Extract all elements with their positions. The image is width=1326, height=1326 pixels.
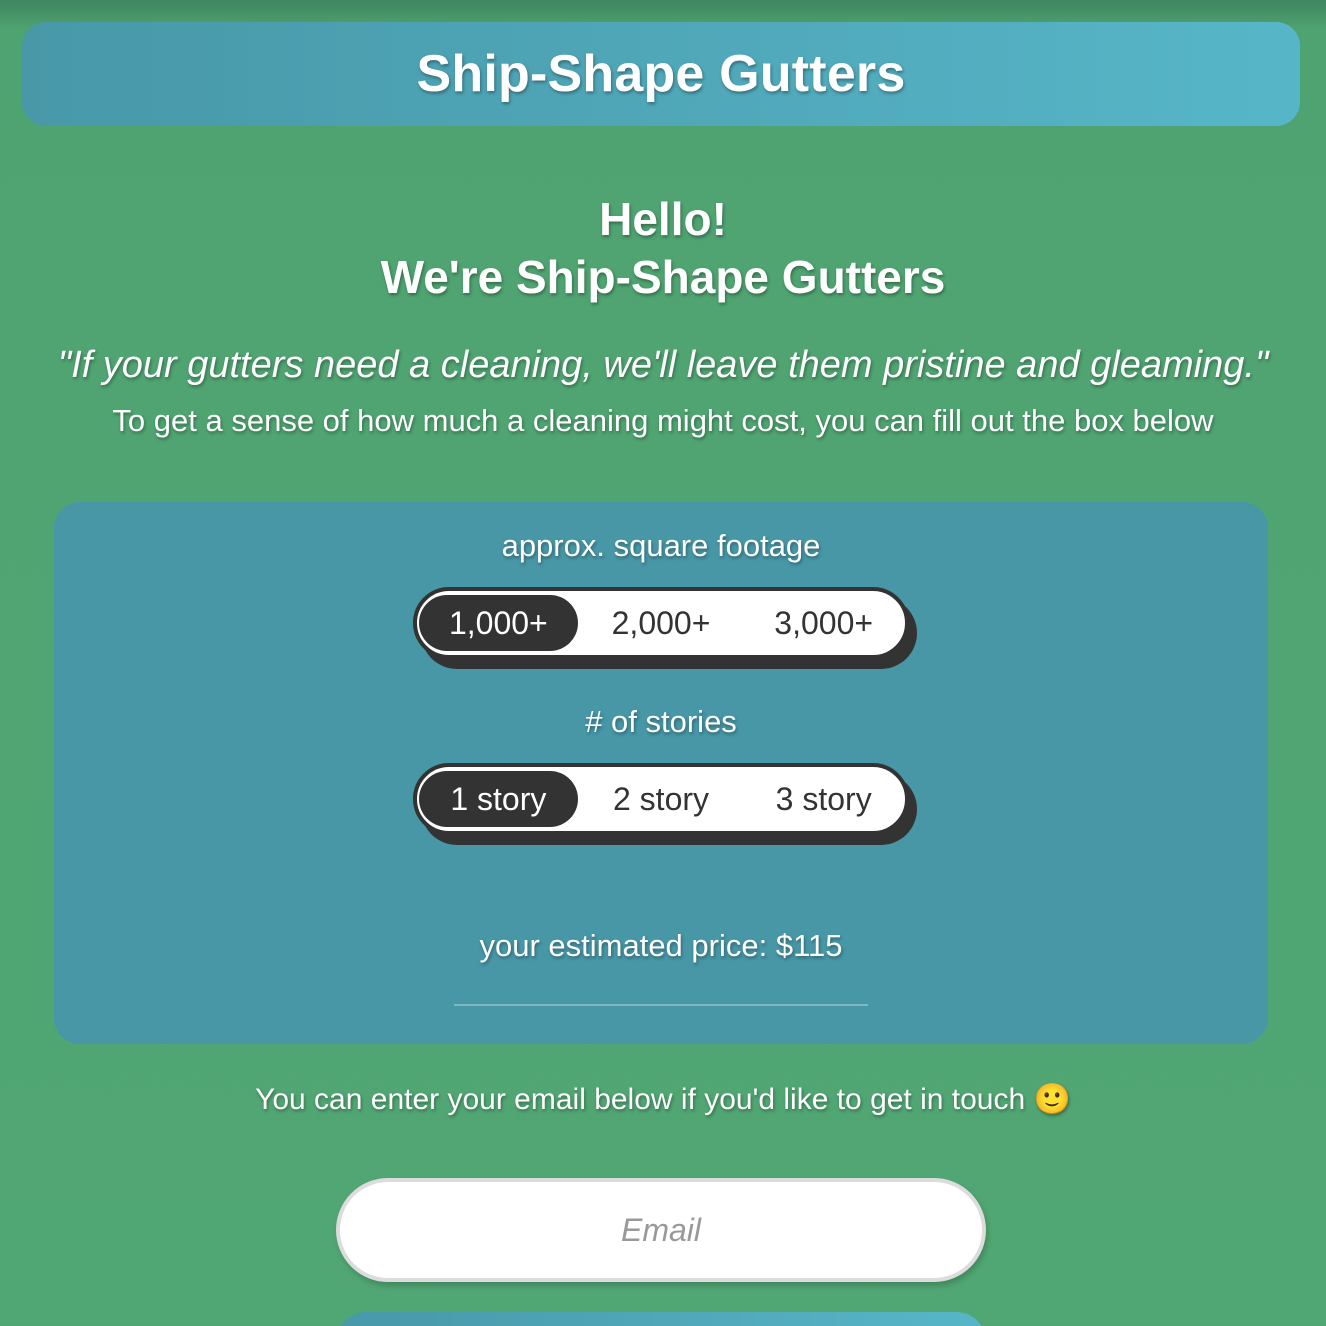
contact-prompt-text: You can enter your email below if you'd … <box>255 1083 1026 1116</box>
email-field-wrapper <box>336 1178 986 1282</box>
price-calculator: approx. square footage 1,000+ 2,000+ 3,0… <box>54 502 1268 1044</box>
stories-option-1[interactable]: 1 story <box>419 771 578 827</box>
slogan-quote: "If your gutters need a cleaning, we'll … <box>57 344 1269 386</box>
hello-line: Hello! <box>599 193 727 245</box>
site-header: Ship-Shape Gutters <box>22 22 1300 126</box>
intro-subtitle: To get a sense of how much a cleaning mi… <box>112 403 1214 438</box>
stories-option-3[interactable]: 3 story <box>744 771 903 827</box>
estimated-price: your estimated price: $115 <box>479 928 843 963</box>
stories-label: # of stories <box>585 704 737 739</box>
footage-label: approx. square footage <box>501 528 821 563</box>
stories-option-2[interactable]: 2 story <box>582 771 741 827</box>
divider <box>454 1004 868 1006</box>
email-field[interactable] <box>336 1178 986 1282</box>
site-title: Ship-Shape Gutters <box>416 45 906 103</box>
contact-prompt: You can enter your email below if you'd … <box>0 1082 1326 1117</box>
footage-option-2000[interactable]: 2,000+ <box>582 595 741 651</box>
company-line: We're Ship-Shape Gutters <box>380 251 946 303</box>
footage-option-3000[interactable]: 3,000+ <box>744 595 903 651</box>
footage-option-1000[interactable]: 1,000+ <box>419 595 578 651</box>
intro-heading: Hello! We're Ship-Shape Gutters <box>0 190 1326 306</box>
submit-button[interactable] <box>336 1312 986 1326</box>
smile-icon: 🙂 <box>1033 1082 1071 1117</box>
footage-selector: 1,000+ 2,000+ 3,000+ <box>413 587 909 659</box>
stories-selector: 1 story 2 story 3 story <box>413 763 909 835</box>
